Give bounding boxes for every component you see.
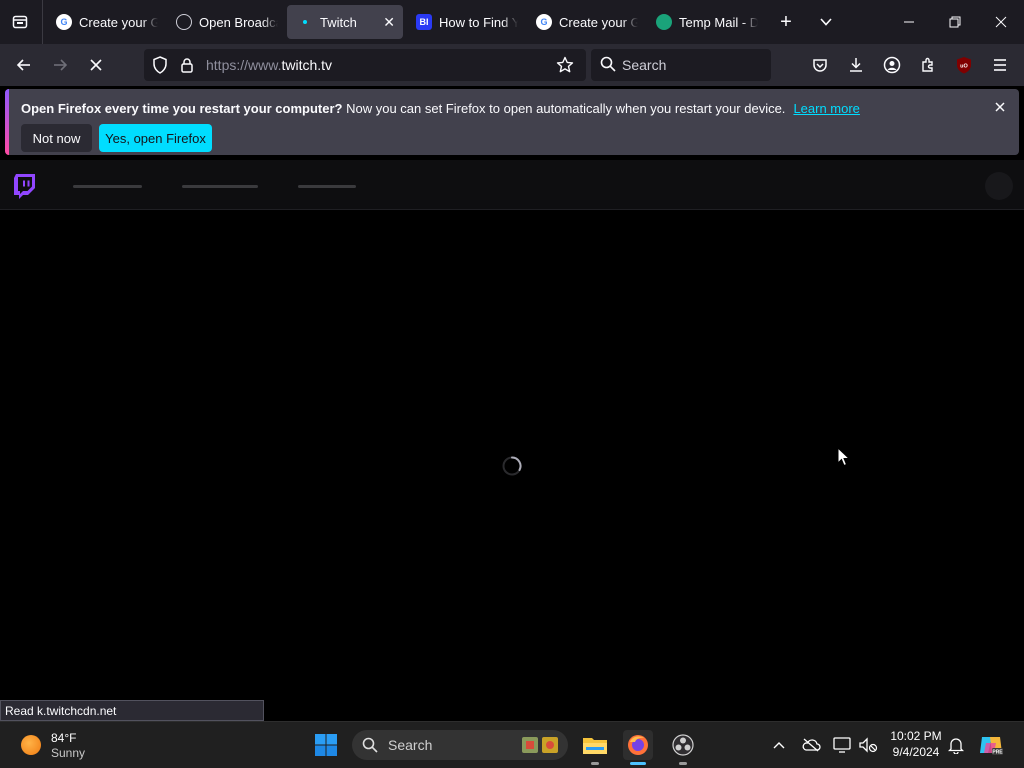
notification-body: Now you can set Firefox to open automati… (342, 101, 786, 116)
notification-title: Open Firefox every time you restart your… (21, 101, 343, 116)
firefox-active-indicator (630, 762, 646, 765)
firefox-view-icon[interactable] (8, 10, 32, 34)
back-icon[interactable] (12, 53, 36, 77)
clock-time: 10:02 PM (890, 729, 942, 743)
clock-date: 9/4/2024 (892, 745, 940, 759)
obs-icon (176, 14, 192, 30)
twitch-logo-icon[interactable] (13, 173, 37, 206)
file-explorer-running-indicator (591, 762, 599, 765)
weather-widget[interactable]: 84°F Sunny (18, 729, 118, 761)
restore-button[interactable] (943, 10, 967, 34)
clock[interactable]: 10:02 PM 9/4/2024 (886, 728, 946, 762)
onedrive-icon[interactable] (796, 730, 826, 760)
notification-message: Open Firefox every time you restart your… (21, 101, 860, 116)
sun-icon (21, 735, 41, 755)
navigation-toolbar: https://www.twitch.tv Search uO (0, 44, 1024, 86)
loading-spinner-icon (501, 455, 523, 482)
open-firefox-button[interactable]: Yes, open Firefox (99, 124, 212, 152)
google-icon: G (536, 14, 552, 30)
search-icon (600, 56, 616, 77)
obs-taskbar-icon[interactable] (668, 730, 698, 760)
file-explorer-icon[interactable] (580, 730, 610, 760)
search-placeholder: Search (622, 57, 667, 73)
tab-title: How to Find Your Twitch Stream Key (439, 14, 518, 30)
search-bar[interactable]: Search (591, 49, 771, 81)
tab-how-to-find[interactable]: BI How to Find Your Twitch Stream Key (406, 5, 518, 39)
list-all-tabs-icon[interactable] (814, 10, 838, 34)
downloads-icon[interactable] (844, 53, 868, 77)
minimize-button[interactable] (897, 10, 921, 34)
weather-desc: Sunny (51, 746, 86, 760)
url-domain: twitch.tv (281, 57, 333, 73)
status-panel: Read k.twitchcdn.net (0, 700, 264, 721)
windows-taskbar: 84°F Sunny Search 10:02 PM 9/4/2024 PRE (0, 721, 1024, 768)
nav-placeholder-1 (73, 185, 142, 188)
obs-running-indicator (679, 762, 687, 765)
search-icon (362, 737, 378, 758)
tab-temp-mail[interactable]: Temp Mail - Disposable (646, 5, 758, 39)
tab-title: Create your Google Account (79, 14, 158, 30)
notifications-bell-icon[interactable] (941, 730, 971, 760)
tempmail-icon (656, 14, 672, 30)
new-tab-button[interactable]: + (774, 10, 798, 34)
ublock-origin-icon[interactable]: uO (952, 53, 976, 77)
close-notification-icon[interactable] (995, 99, 1005, 115)
nav-placeholder-3 (298, 185, 356, 188)
windows-start-icon[interactable] (311, 730, 341, 760)
forward-icon[interactable] (48, 53, 72, 77)
url-prefix: https://www. (206, 57, 282, 73)
tab-google-account-2[interactable]: G Create your Google Account (526, 5, 638, 39)
bi-icon: BI (416, 14, 432, 30)
not-now-button[interactable]: Not now (21, 124, 92, 152)
notification-accent-strip (5, 89, 9, 155)
learn-more-link[interactable]: Learn more (793, 101, 859, 116)
tab-google-account-1[interactable]: G Create your Google Account (46, 5, 158, 39)
taskbar-search-placeholder: Search (388, 737, 433, 753)
svg-text:PRE: PRE (992, 750, 1003, 756)
tracking-protection-shield-icon[interactable] (152, 56, 168, 79)
close-tab-icon[interactable]: ✕ (383, 14, 395, 31)
default-browser-notification: Open Firefox every time you restart your… (5, 89, 1019, 155)
network-volume-icon[interactable] (853, 730, 883, 760)
tab-title: Open Broadcaster Software (199, 14, 278, 30)
mouse-cursor-icon (837, 446, 851, 472)
pocket-icon[interactable] (808, 53, 832, 77)
tab-title: Create your Google Account (559, 14, 638, 30)
tab-title: Temp Mail - Disposable (679, 14, 758, 30)
close-window-button[interactable] (989, 10, 1013, 34)
search-highlight-icon (520, 734, 560, 756)
tab-title: Twitch (320, 14, 357, 30)
firefox-taskbar-icon[interactable] (623, 730, 653, 760)
weather-temp: 84°F (51, 731, 77, 745)
nav-placeholder-2 (182, 185, 258, 188)
tab-strip: G Create your Google Account Open Broadc… (0, 0, 1024, 44)
google-icon: G (56, 14, 72, 30)
extensions-icon[interactable] (916, 53, 940, 77)
tab-twitch[interactable]: Twitch ✕ (287, 5, 403, 39)
twitch-header (0, 160, 1024, 210)
url-text[interactable]: https://www.twitch.tv (206, 57, 332, 73)
loading-dot-icon (297, 14, 313, 30)
lock-icon[interactable] (180, 57, 194, 78)
tab-obs[interactable]: Open Broadcaster Software (166, 5, 278, 39)
app-menu-icon[interactable] (988, 53, 1012, 77)
account-icon[interactable] (880, 53, 904, 77)
taskbar-search[interactable]: Search (352, 730, 568, 760)
show-hidden-icons-chevron-icon[interactable] (764, 730, 794, 760)
copilot-icon[interactable]: PRE (976, 730, 1006, 760)
stop-loading-icon[interactable] (84, 53, 108, 77)
avatar-placeholder (985, 172, 1013, 200)
svg-text:uO: uO (960, 64, 968, 70)
bookmark-star-icon[interactable] (556, 56, 574, 79)
url-bar[interactable]: https://www.twitch.tv (144, 49, 586, 81)
